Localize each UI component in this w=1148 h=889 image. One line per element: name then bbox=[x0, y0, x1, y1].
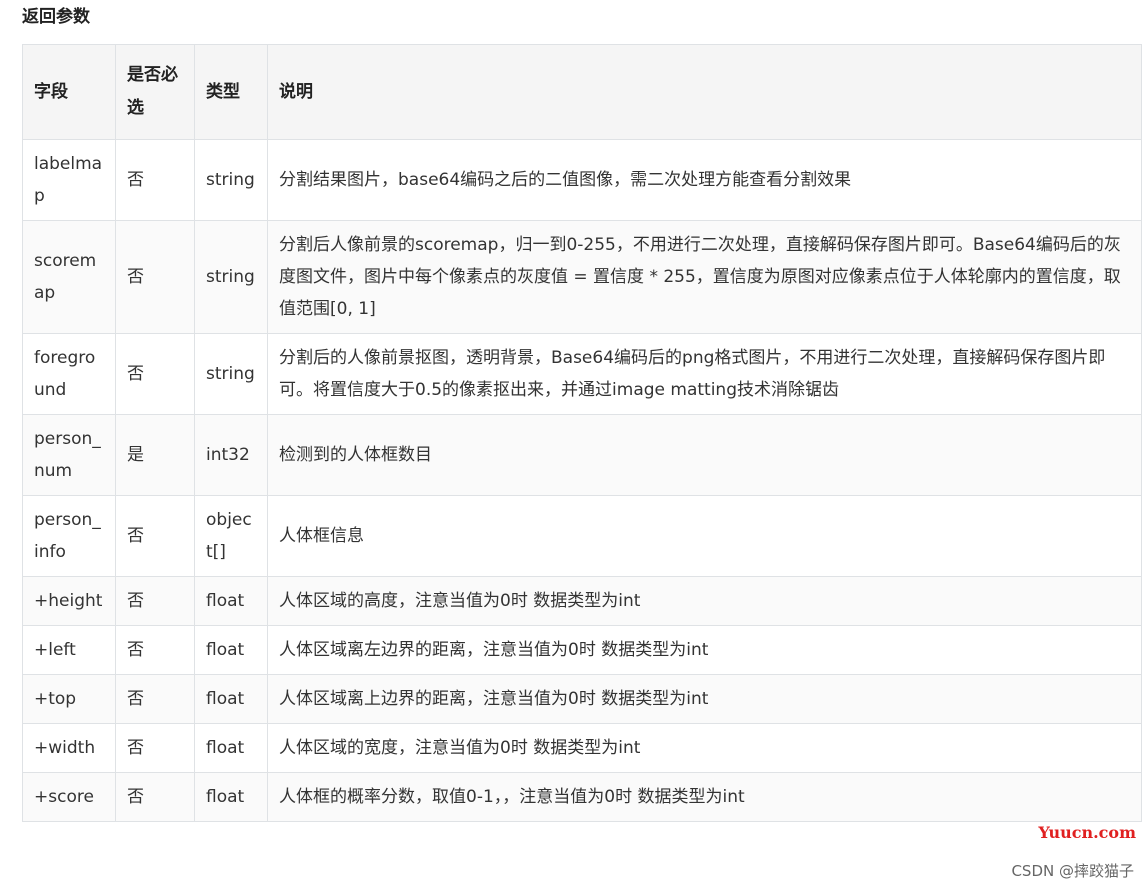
cell-description: 分割结果图片，base64编码之后的二值图像，需二次处理方能查看分割效果 bbox=[267, 139, 1142, 221]
cell-description: 检测到的人体框数目 bbox=[267, 414, 1142, 496]
cell-field: labelmap bbox=[22, 139, 116, 221]
cell-type: string bbox=[194, 139, 268, 221]
cell-required: 否 bbox=[115, 576, 195, 626]
cell-field: +height bbox=[22, 576, 116, 626]
cell-type: string bbox=[194, 333, 268, 415]
table-row: scoremap 否 string 分割后人像前景的scoremap，归一到0-… bbox=[22, 220, 1142, 334]
cell-type: float bbox=[194, 674, 268, 724]
cell-description: 人体框的概率分数，取值0-1，，注意当值为0时 数据类型为int bbox=[267, 772, 1142, 822]
cell-description: 分割后的人像前景抠图，透明背景，Base64编码后的png格式图片，不用进行二次… bbox=[267, 333, 1142, 415]
cell-required: 否 bbox=[115, 139, 195, 221]
cell-required: 否 bbox=[115, 625, 195, 675]
cell-description: 人体区域的宽度，注意当值为0时 数据类型为int bbox=[267, 723, 1142, 773]
cell-required: 否 bbox=[115, 674, 195, 724]
cell-field: scoremap bbox=[22, 220, 116, 334]
table-row: person_num 是 int32 检测到的人体框数目 bbox=[22, 414, 1142, 496]
cell-type: string bbox=[194, 220, 268, 334]
cell-type: float bbox=[194, 576, 268, 626]
cell-description: 人体区域的高度，注意当值为0时 数据类型为int bbox=[267, 576, 1142, 626]
header-required: 是否必选 bbox=[115, 44, 195, 140]
table-row: +left 否 float 人体区域离左边界的距离，注意当值为0时 数据类型为i… bbox=[22, 625, 1142, 675]
cell-required: 否 bbox=[115, 495, 195, 577]
cell-type: float bbox=[194, 625, 268, 675]
cell-type: float bbox=[194, 723, 268, 773]
header-field: 字段 bbox=[22, 44, 116, 140]
cell-field: person_info bbox=[22, 495, 116, 577]
table-row: labelmap 否 string 分割结果图片，base64编码之后的二值图像… bbox=[22, 139, 1142, 221]
cell-field: +score bbox=[22, 772, 116, 822]
header-type: 类型 bbox=[194, 44, 268, 140]
cell-field: person_num bbox=[22, 414, 116, 496]
site-watermark: Yuucn.com bbox=[1038, 823, 1136, 842]
table-row: +top 否 float 人体区域离上边界的距离，注意当值为0时 数据类型为in… bbox=[22, 674, 1142, 724]
table-row: +height 否 float 人体区域的高度，注意当值为0时 数据类型为int bbox=[22, 576, 1142, 626]
author-watermark: CSDN @摔跤猫子 bbox=[1011, 862, 1134, 880]
cell-type: int32 bbox=[194, 414, 268, 496]
section-title: 返回参数 bbox=[22, 7, 90, 27]
table-row: +width 否 float 人体区域的宽度，注意当值为0时 数据类型为int bbox=[22, 723, 1142, 773]
cell-field: +width bbox=[22, 723, 116, 773]
cell-required: 否 bbox=[115, 772, 195, 822]
cell-required: 否 bbox=[115, 220, 195, 334]
return-params-table: 字段 是否必选 类型 说明 labelmap 否 string 分割结果图片，b… bbox=[22, 44, 1142, 822]
cell-field: +top bbox=[22, 674, 116, 724]
cell-required: 是 bbox=[115, 414, 195, 496]
cell-description: 人体框信息 bbox=[267, 495, 1142, 577]
table-row: foreground 否 string 分割后的人像前景抠图，透明背景，Base… bbox=[22, 333, 1142, 415]
header-description: 说明 bbox=[267, 44, 1142, 140]
cell-description: 人体区域离左边界的距离，注意当值为0时 数据类型为int bbox=[267, 625, 1142, 675]
cell-field: +left bbox=[22, 625, 116, 675]
cell-type: float bbox=[194, 772, 268, 822]
table-row: person_info 否 object[] 人体框信息 bbox=[22, 495, 1142, 577]
cell-required: 否 bbox=[115, 723, 195, 773]
cell-type: object[] bbox=[194, 495, 268, 577]
table-header-row: 字段 是否必选 类型 说明 bbox=[22, 44, 1142, 140]
cell-field: foreground bbox=[22, 333, 116, 415]
cell-required: 否 bbox=[115, 333, 195, 415]
cell-description: 分割后人像前景的scoremap，归一到0-255，不用进行二次处理，直接解码保… bbox=[267, 220, 1142, 334]
cell-description: 人体区域离上边界的距离，注意当值为0时 数据类型为int bbox=[267, 674, 1142, 724]
table-row: +score 否 float 人体框的概率分数，取值0-1，，注意当值为0时 数… bbox=[22, 772, 1142, 822]
